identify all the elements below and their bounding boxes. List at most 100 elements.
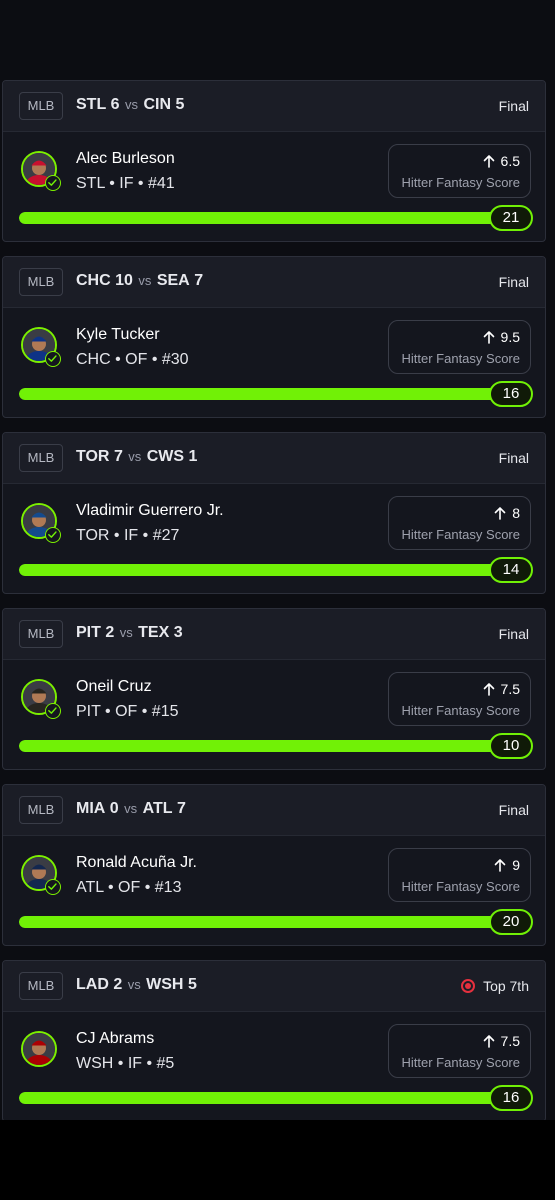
projection-feed: MLB STL 6 vs CIN 5 Final Alec Burleson S… bbox=[0, 0, 555, 1120]
game-status: Final bbox=[499, 98, 529, 114]
home-team: CWS bbox=[146, 448, 185, 465]
home-team: TEX bbox=[138, 624, 170, 641]
projection-value: 8 bbox=[512, 505, 520, 521]
home-score: 5 bbox=[175, 96, 185, 113]
game-card[interactable]: MLB STL 6 vs CIN 5 Final Alec Burleson S… bbox=[2, 80, 546, 242]
game-status: Final bbox=[499, 626, 529, 642]
projection-box[interactable]: 7.5 Hitter Fantasy Score bbox=[388, 1024, 531, 1078]
home-score: 5 bbox=[187, 976, 197, 993]
arrow-up-icon bbox=[483, 1035, 494, 1048]
home-team: ATL bbox=[142, 800, 173, 817]
projection-label: Hitter Fantasy Score bbox=[401, 527, 521, 542]
vs-label: vs bbox=[124, 801, 138, 816]
progress-fill bbox=[19, 916, 505, 928]
matchup: TOR 7 vs CWS 1 bbox=[76, 448, 197, 466]
live-indicator-icon bbox=[461, 979, 476, 993]
game-card[interactable]: MLB TOR 7 vs CWS 1 Final Vladimir Guerre… bbox=[2, 432, 546, 594]
away-team: STL bbox=[76, 96, 107, 113]
player-name[interactable]: Vladimir Guerrero Jr. bbox=[76, 502, 224, 520]
away-team: PIT bbox=[76, 624, 101, 641]
projection-value: 7.5 bbox=[500, 681, 520, 697]
game-card[interactable]: MLB MIA 0 vs ATL 7 Final Ronald Acuña Jr… bbox=[2, 784, 546, 946]
projection-label: Hitter Fantasy Score bbox=[401, 1055, 521, 1070]
checkmark-icon bbox=[45, 351, 61, 367]
game-header: MLB LAD 2 vs WSH 5 Top 7th bbox=[3, 961, 545, 1012]
player-name[interactable]: Oneil Cruz bbox=[76, 678, 152, 696]
progress-fill bbox=[19, 212, 505, 224]
league-badge: MLB bbox=[19, 268, 63, 296]
projection-value: 6.5 bbox=[500, 153, 520, 169]
fantasy-score-badge: 16 bbox=[489, 381, 533, 407]
projection-label: Hitter Fantasy Score bbox=[401, 879, 521, 894]
progress-track bbox=[19, 212, 505, 224]
away-score: 7 bbox=[113, 448, 123, 465]
arrow-up-icon bbox=[494, 507, 506, 520]
game-card[interactable]: MLB CHC 10 vs SEA 7 Final Kyle Tucker CH… bbox=[2, 256, 546, 418]
game-status: Final bbox=[499, 450, 529, 466]
arrow-up-icon bbox=[483, 683, 494, 696]
matchup: MIA 0 vs ATL 7 bbox=[76, 800, 186, 818]
away-team: LAD bbox=[76, 976, 109, 993]
projection-box[interactable]: 9.5 Hitter Fantasy Score bbox=[388, 320, 531, 374]
vs-label: vs bbox=[128, 449, 142, 464]
league-badge: MLB bbox=[19, 620, 63, 648]
projection-label: Hitter Fantasy Score bbox=[401, 703, 521, 718]
fantasy-score-badge: 14 bbox=[489, 557, 533, 583]
game-status-text: Final bbox=[498, 802, 529, 818]
checkmark-icon bbox=[45, 879, 61, 895]
projection-box[interactable]: 7.5 Hitter Fantasy Score bbox=[388, 672, 531, 726]
progress-track bbox=[19, 564, 505, 576]
checkmark-icon bbox=[45, 703, 61, 719]
game-status: Top 7th bbox=[461, 978, 529, 994]
matchup: STL 6 vs CIN 5 bbox=[76, 96, 184, 114]
away-team: CHC bbox=[76, 272, 111, 289]
player-avatar[interactable] bbox=[21, 1031, 57, 1067]
away-team: TOR bbox=[76, 448, 110, 465]
projection-box[interactable]: 8 Hitter Fantasy Score bbox=[388, 496, 531, 550]
player-name[interactable]: Kyle Tucker bbox=[76, 326, 160, 344]
vs-label: vs bbox=[119, 625, 133, 640]
game-status: Final bbox=[499, 802, 529, 818]
player-name[interactable]: CJ Abrams bbox=[76, 1030, 154, 1048]
away-team: MIA bbox=[76, 800, 106, 817]
progress-fill bbox=[19, 740, 505, 752]
projection-label: Hitter Fantasy Score bbox=[401, 351, 521, 366]
projection-box[interactable]: 9 Hitter Fantasy Score bbox=[388, 848, 531, 902]
league-badge: MLB bbox=[19, 796, 63, 824]
away-score: 0 bbox=[109, 800, 119, 817]
projection-value: 7.5 bbox=[500, 1033, 520, 1049]
player-meta: CHC • OF • #30 bbox=[76, 351, 189, 368]
league-badge: MLB bbox=[19, 972, 63, 1000]
league-badge: MLB bbox=[19, 92, 63, 120]
away-score: 10 bbox=[115, 272, 133, 289]
game-header: MLB MIA 0 vs ATL 7 Final bbox=[3, 785, 545, 836]
progress-track bbox=[19, 388, 505, 400]
progress-fill bbox=[19, 388, 505, 400]
fantasy-score-badge: 20 bbox=[489, 909, 533, 935]
game-card[interactable]: MLB LAD 2 vs WSH 5 Top 7th CJ Abrams WSH… bbox=[2, 960, 546, 1120]
home-team: WSH bbox=[146, 976, 184, 993]
game-status-text: Top 7th bbox=[483, 978, 529, 994]
home-score: 7 bbox=[194, 272, 204, 289]
away-score: 2 bbox=[105, 624, 115, 641]
game-status-text: Final bbox=[498, 626, 529, 642]
player-name[interactable]: Ronald Acuña Jr. bbox=[76, 854, 197, 872]
checkmark-icon bbox=[45, 175, 61, 191]
progress-track bbox=[19, 916, 505, 928]
game-status-text: Final bbox=[498, 98, 529, 114]
progress-fill bbox=[19, 564, 505, 576]
game-header: MLB CHC 10 vs SEA 7 Final bbox=[3, 257, 545, 308]
fantasy-score-badge: 10 bbox=[489, 733, 533, 759]
projection-value: 9.5 bbox=[500, 329, 520, 345]
projection-label: Hitter Fantasy Score bbox=[401, 175, 521, 190]
matchup: CHC 10 vs SEA 7 bbox=[76, 272, 203, 290]
projection-box[interactable]: 6.5 Hitter Fantasy Score bbox=[388, 144, 531, 198]
home-score: 1 bbox=[188, 448, 198, 465]
home-score: 7 bbox=[176, 800, 186, 817]
player-name[interactable]: Alec Burleson bbox=[76, 150, 175, 168]
home-team: SEA bbox=[156, 272, 190, 289]
game-status-text: Final bbox=[498, 274, 529, 290]
game-card[interactable]: MLB PIT 2 vs TEX 3 Final Oneil Cruz PIT … bbox=[2, 608, 546, 770]
projection-value: 9 bbox=[512, 857, 520, 873]
arrow-up-icon bbox=[483, 331, 494, 344]
